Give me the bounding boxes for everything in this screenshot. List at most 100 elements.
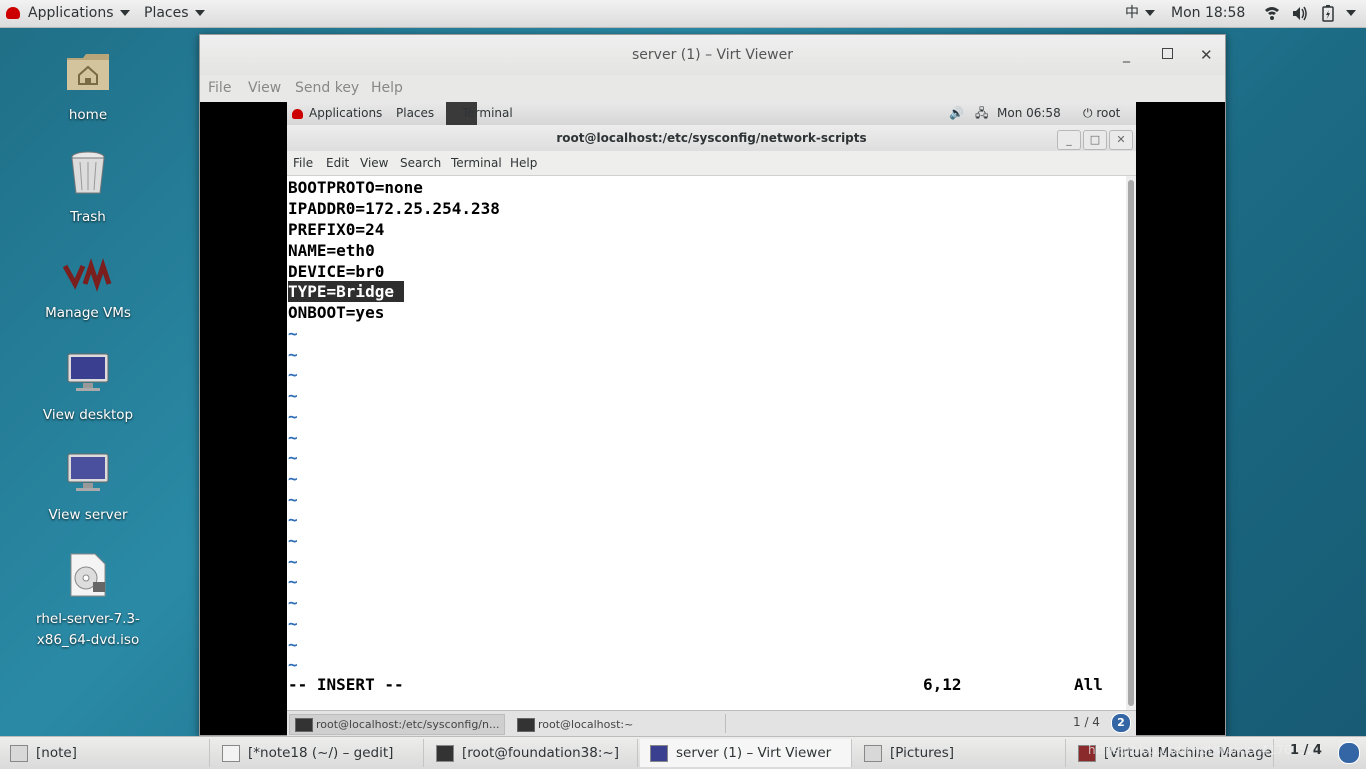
disc-image-icon [28,552,148,605]
notification-count: 2 [1111,713,1131,733]
close-icon[interactable]: ✕ [1109,130,1133,150]
trash-icon [28,150,148,203]
tilde-marker: ~ [288,344,298,364]
desktop-icon-trash[interactable]: Trash [28,150,148,228]
file-line: IPADDR0=172.25.254.238 [288,199,500,218]
task-label: [*note18 (~/) – gedit] [248,745,394,761]
scrollbar-thumb[interactable] [1128,180,1134,706]
applications-menu[interactable]: Applications [6,0,130,27]
guest-task-label: root@localhost:/etc/sysconfig/n... [316,718,500,731]
notification-icon[interactable] [1338,742,1360,764]
task-label: server (1) – Virt Viewer [676,745,832,761]
monitor-icon [28,352,148,401]
guest-volume-icon[interactable]: 🔊 [949,102,964,125]
menubar: File View Send key Help [200,75,1225,102]
guest-clock[interactable]: Mon 06:58 [997,102,1061,125]
bottom-panel: [note] [*note18 (~/) – gedit] [root@foun… [0,736,1366,769]
input-method-indicator[interactable]: 中 [1125,0,1155,27]
guest-applications-label: Applications [309,106,383,120]
vim-editor[interactable]: BOOTPROTO=none IPADDR0=172.25.254.238 PR… [288,176,1126,710]
close-icon[interactable]: ✕ [1200,35,1213,75]
file-line: DEVICE=br0 [288,262,385,281]
redhat-logo-icon [6,7,20,19]
terminal-scrollbar[interactable] [1126,176,1136,710]
terminal-menu-terminal[interactable]: Terminal [451,156,502,170]
virt-manager-icon [28,258,148,299]
window-title[interactable]: server (1) – Virt Viewer [200,35,1225,75]
terminal-menu-file[interactable]: File [293,156,313,170]
desktop-icon-manage-vms[interactable]: Manage VMs [28,258,148,324]
tilde-marker: ~ [288,634,298,654]
desktop-icon-label: Trash [70,209,106,225]
terminal-menubar: File Edit View Search Terminal Help [287,151,1136,176]
folder-icon [864,745,882,762]
guest-task-terminal-2[interactable]: root@localhost:~ [511,714,739,735]
file-line: BOOTPROTO=none [288,178,423,197]
terminal-icon [295,718,313,732]
tilde-marker: ~ [288,427,298,447]
maximize-icon[interactable] [1162,48,1173,59]
file-line: NAME=eth0 [288,241,375,260]
places-menu[interactable]: Places [144,0,205,27]
guest-network-icon[interactable]: 🖧 [975,102,988,125]
minimize-icon[interactable]: _ [1123,35,1130,75]
guest-display[interactable]: Applications Places Terminal 🔊 🖧 Mon 06:… [200,102,1225,736]
desktop-icon-home[interactable]: home [28,50,148,126]
redhat-logo-icon [292,108,303,119]
clock[interactable]: Mon 18:58 [1171,0,1245,27]
file-line-highlighted: TYPE=Bridge [288,281,404,302]
tilde-marker: ~ [288,613,298,633]
guest-terminal-tab[interactable]: Terminal [462,102,513,125]
terminal-menu-search[interactable]: Search [400,156,441,170]
guest-task-terminal-1[interactable]: root@localhost:/etc/sysconfig/n... [289,714,505,735]
guest-applications-menu[interactable]: Applications [292,102,382,125]
places-label: Places [144,5,189,21]
top-panel: Applications Places 中 Mon 18:58 [0,0,1366,28]
tilde-marker: ~ [288,468,298,488]
tilde-marker: ~ [288,448,298,468]
workspace-indicator[interactable]: 1 / 4 [1290,743,1322,758]
task-gedit[interactable]: [*note18 (~/) – gedit] [212,739,424,767]
watermark: https://blog.csdn.net/weixin_41763520 [1088,743,1323,757]
tilde-marker: ~ [288,365,298,385]
chevron-down-icon [1145,10,1155,16]
desktop-icon-view-server[interactable]: View server [28,452,148,526]
task-virt-viewer[interactable]: server (1) – Virt Viewer [640,739,852,767]
task-terminal[interactable]: [root@foundation38:~] [426,739,638,767]
guest-workspace-indicator[interactable]: 1 / 4 [1073,715,1100,729]
tilde-marker: ~ [288,531,298,550]
battery-icon[interactable] [1322,0,1334,27]
tilde-marker: ~ [288,324,298,343]
maximize-icon[interactable]: □ [1083,130,1107,150]
guest-taskbar-divider [725,714,726,733]
wifi-icon[interactable] [1264,0,1280,27]
menu-view[interactable]: View [248,80,281,96]
task-note[interactable]: [note] [0,739,210,767]
menu-send-key[interactable]: Send key [295,80,359,96]
task-pictures[interactable]: [Pictures] [854,739,1066,767]
monitor-icon [650,745,668,762]
menu-help[interactable]: Help [371,80,403,96]
menu-file[interactable]: File [208,80,231,96]
system-menu[interactable] [1346,0,1356,27]
desktop-icon-iso[interactable]: rhel-server-7.3-x86_64-dvd.iso [28,552,148,651]
desktop-icon-label: home [68,107,108,123]
cursor-position: 6,12 [923,675,962,694]
desktop-icon-label: View server [48,507,128,523]
scroll-indicator: All [1074,675,1103,694]
desktop-icon-view-desktop[interactable]: View desktop [28,352,148,426]
home-folder-icon [28,50,148,101]
terminal-title[interactable]: root@localhost:/etc/sysconfig/network-sc… [287,125,1136,151]
volume-icon[interactable] [1292,0,1308,27]
desktop-icon-label: View desktop [42,407,134,423]
terminal-icon [436,745,454,762]
guest-user-menu[interactable]: ⏻ root [1083,102,1120,125]
guest-places-menu[interactable]: Places [396,102,434,125]
guest-notification-badge[interactable]: 2 [1111,713,1131,733]
tilde-marker: ~ [288,406,298,426]
applications-label: Applications [28,5,114,21]
terminal-menu-view[interactable]: View [360,156,388,170]
terminal-menu-edit[interactable]: Edit [326,156,349,170]
minimize-icon[interactable]: _ [1057,130,1081,150]
terminal-menu-help[interactable]: Help [510,156,537,170]
